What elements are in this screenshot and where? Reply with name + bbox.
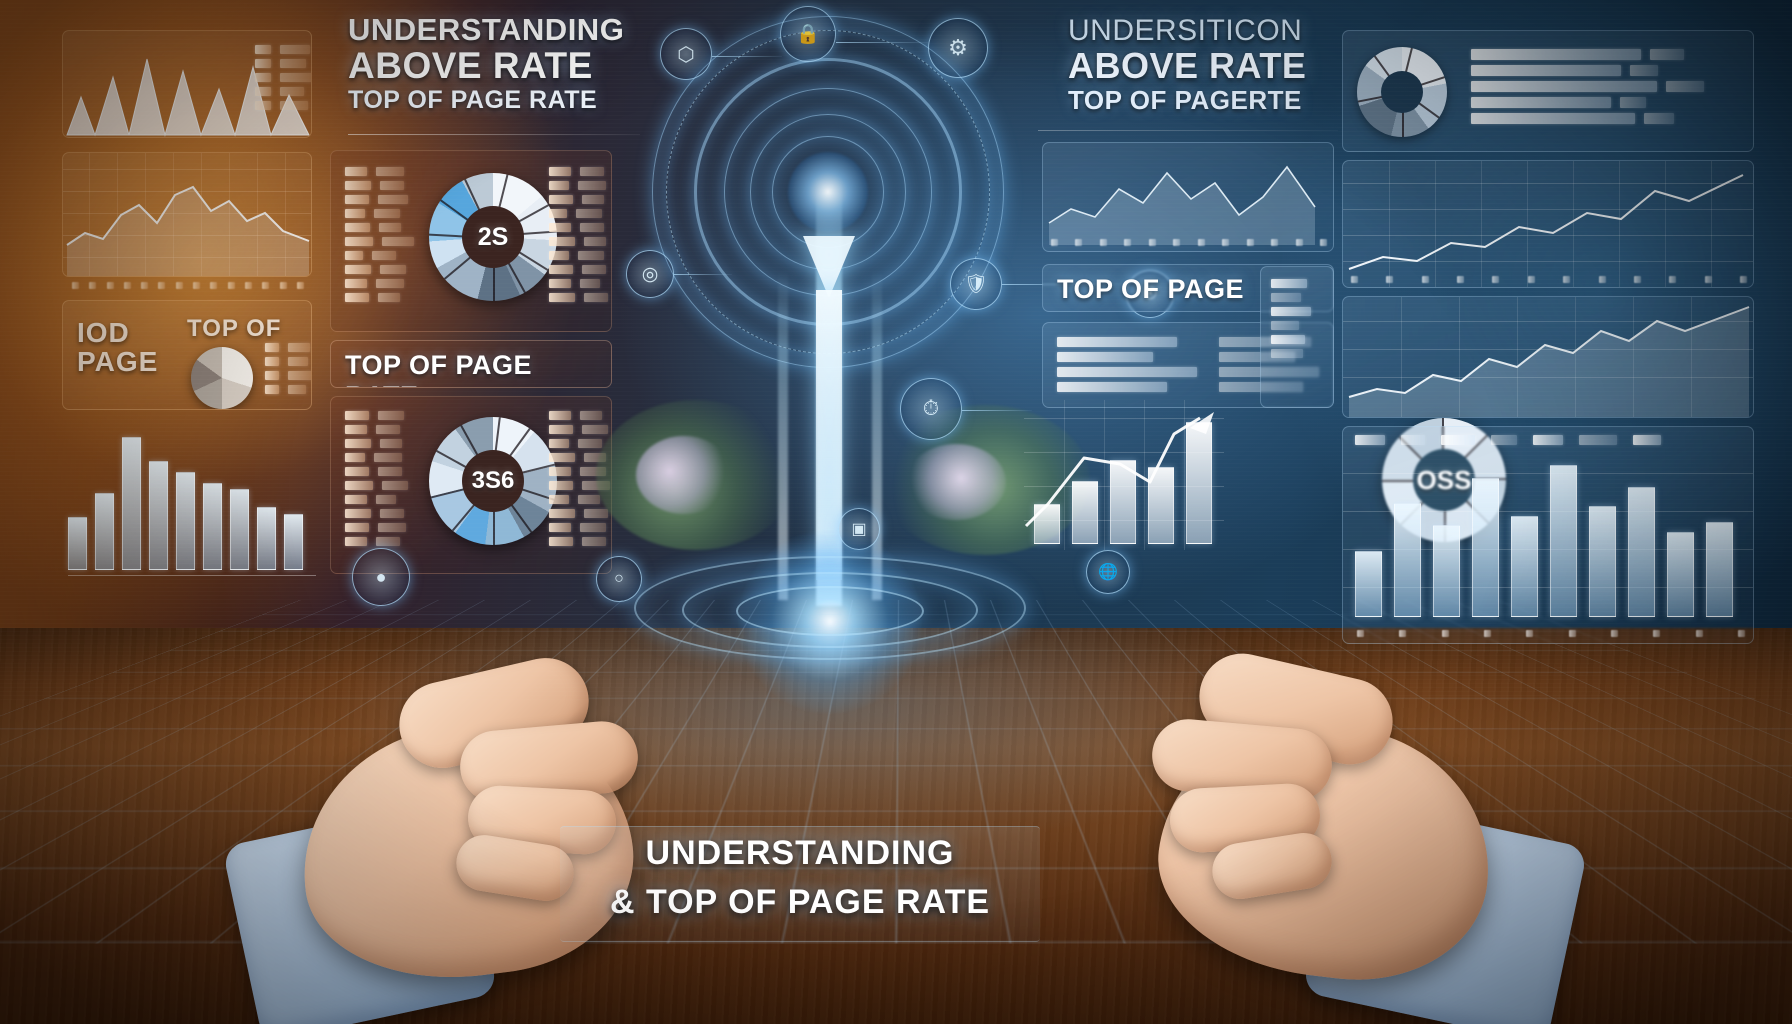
chip-node-icon[interactable]: ▣ <box>838 508 880 550</box>
left-pie-legend <box>265 343 311 399</box>
right-hand <box>1020 640 1589 1024</box>
right-headline-divider <box>1038 130 1338 131</box>
panel-left-area-chart[interactable] <box>62 30 312 138</box>
target-node-icon[interactable]: ◎ <box>626 250 674 298</box>
scene-root: IOD PAGE TOP OF UNDERSTANDING ABOVE RATE… <box>0 0 1792 1024</box>
gear-node-icon[interactable]: ⚙ <box>928 18 988 78</box>
panel-right-bars[interactable] <box>1342 426 1754 644</box>
connector-3 <box>674 274 732 275</box>
panel-top-right-donut[interactable] <box>1342 30 1754 152</box>
clock-node-icon[interactable]: ⏱ <box>900 378 962 440</box>
left-lower-bars <box>68 430 316 570</box>
panel-right-mountain[interactable] <box>1342 296 1754 418</box>
hex-node-icon[interactable]: ⬡ <box>660 28 712 80</box>
bubble-node-icon[interactable]: ● <box>352 548 410 606</box>
left-upper-rows-left <box>345 167 414 307</box>
panel-left-donut-1[interactable]: 2S <box>330 150 612 332</box>
right-section-label: TOP OF PAGE <box>1057 274 1245 304</box>
lock-node-icon[interactable]: 🔒 <box>780 6 836 62</box>
left-lower-rows-left <box>345 411 408 551</box>
right-sparkline-ticks <box>1051 239 1327 246</box>
left-upper-donut[interactable]: 2S <box>428 173 557 301</box>
connector-2 <box>836 42 928 43</box>
bottom-headline: UNDERSTANDING & TOP OF PAGE RATE <box>609 834 991 921</box>
left-line-chart <box>66 185 310 276</box>
right-sparkline <box>1048 165 1316 245</box>
panel-right-column[interactable] <box>1260 266 1334 408</box>
right-bars-ticks <box>1357 630 1745 637</box>
orb-node-icon[interactable]: ○ <box>596 556 642 602</box>
right-trend-chart <box>1348 174 1744 270</box>
left-small-panel-title: IOD PAGE <box>77 317 159 377</box>
flower-cluster-left <box>636 436 732 514</box>
top-right-donut-hole <box>1381 71 1423 113</box>
panel-left-line-chart[interactable] <box>62 152 312 277</box>
right-mid-rows <box>1057 337 1197 397</box>
globe-node-icon[interactable]: 🌐 <box>1086 550 1130 594</box>
left-lower-donut[interactable]: 3S6 <box>429 417 557 545</box>
top-right-legend <box>1471 49 1704 129</box>
left-lower-donut-label: 3S6 <box>462 450 524 512</box>
connector-5 <box>962 410 1032 411</box>
panel-right-sparkline[interactable] <box>1042 142 1334 252</box>
panel-right-trend[interactable] <box>1342 160 1754 288</box>
left-bars-axis <box>68 575 316 576</box>
left-upper-rows-right <box>549 167 608 307</box>
growth-arrow-icon <box>803 236 855 298</box>
left-small-pie[interactable] <box>191 347 253 409</box>
left-headline: UNDERSTANDING ABOVE RATE TOP OF PAGE RAT… <box>348 12 625 114</box>
panel-left-donut-2[interactable]: 3S6 <box>330 396 612 574</box>
right-mountain-chart <box>1348 306 1750 417</box>
left-area-legend <box>255 45 311 115</box>
connector-1 <box>712 56 782 57</box>
right-col-rows <box>1271 279 1311 363</box>
left-small-panel-side-label: TOP OF <box>187 315 282 342</box>
right-trend-ticks <box>1351 276 1747 283</box>
panel-left-bars[interactable] <box>68 424 316 594</box>
right-lower-bars <box>1355 459 1747 617</box>
panel-center-right-bars[interactable] <box>1024 400 1224 550</box>
left-section-label: TOP OF PAGE RATE <box>345 350 533 387</box>
center-right-trend-overlay <box>1024 412 1214 528</box>
top-right-donut[interactable] <box>1357 47 1447 137</box>
central-hud <box>620 0 1080 714</box>
left-upper-donut-label: 2S <box>462 206 524 268</box>
left-headline-divider <box>348 134 640 135</box>
panel-left-pie[interactable]: IOD PAGE TOP OF <box>62 300 312 410</box>
flower-cluster-right <box>906 444 1006 520</box>
panel-left-section-label[interactable]: TOP OF PAGE RATE <box>330 340 612 388</box>
left-axis-tick-row <box>72 282 304 289</box>
shield-node-icon[interactable]: 🛡 <box>950 258 1002 310</box>
